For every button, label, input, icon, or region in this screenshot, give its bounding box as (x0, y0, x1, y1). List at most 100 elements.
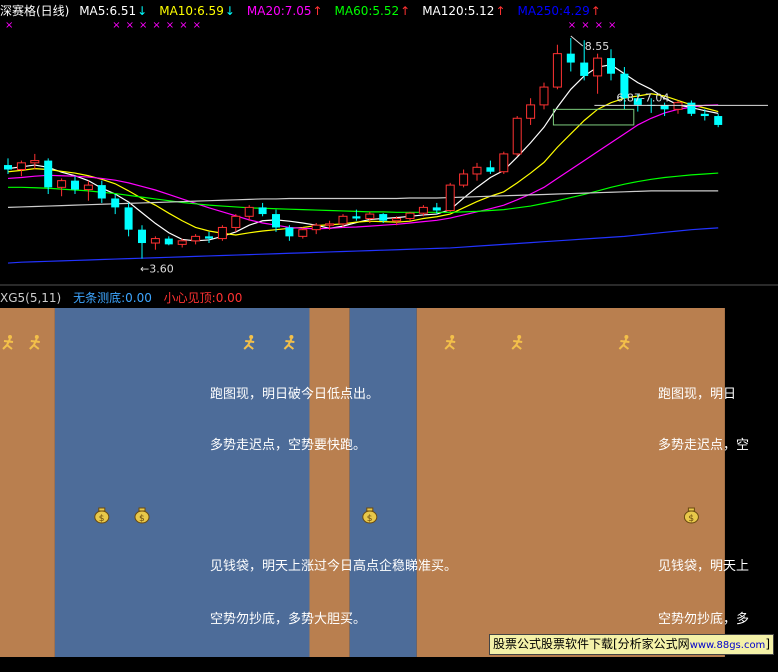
candle-body (526, 104, 536, 119)
candle-body (30, 160, 40, 164)
annotation-low: ←3.60 (140, 263, 174, 276)
candle-body (231, 215, 241, 228)
candle-body (512, 117, 522, 155)
main-header: 深赛格(日线) MA5:6.51↓ MA10:6.59↓ MA20:7.05↑ MA6… (0, 2, 619, 19)
candle-body (97, 185, 106, 199)
candle-body (311, 224, 321, 231)
top-marker: × (166, 20, 174, 31)
candle-body (673, 102, 683, 110)
signal-text-money: 见钱袋，明天上涨过今日高点企稳睇准买。 (210, 559, 458, 574)
ma-line-ma5 (7, 64, 719, 242)
watermark-end: ] (765, 637, 770, 651)
watermark-text: 股票公式股票软件下载[分析家公式网 (493, 637, 690, 651)
ma-line-ma250 (7, 227, 719, 264)
candle-body (459, 173, 469, 186)
top-marker: × (568, 20, 576, 31)
annotation-box (552, 108, 635, 126)
candle-body (272, 214, 280, 228)
ma-line-ma20 (7, 104, 719, 230)
svg-text:$: $ (688, 514, 694, 524)
top-marker: × (152, 20, 160, 31)
candle-body (217, 226, 227, 240)
top-marker: × (581, 20, 589, 31)
indicator-band (54, 308, 310, 657)
ma-legend-0: MA5:6.51↓ (79, 4, 148, 18)
signal-text-run: 跑图现，明日 (658, 387, 737, 402)
ma-arrow-icon: ↓ (224, 4, 235, 18)
candle-body (71, 180, 79, 190)
candle-body (593, 57, 603, 77)
ma-legend-4: MA120:5.12↑ (422, 4, 506, 18)
candle-body (352, 216, 361, 219)
top-marker: × (193, 20, 201, 31)
svg-text:$: $ (99, 514, 105, 524)
candle-body (392, 218, 402, 222)
top-marker: × (595, 20, 603, 31)
ma-legend: MA5:6.51↓ MA10:6.59↓ MA20:7.05↑ MA60:5.52↑ M… (79, 4, 613, 18)
candle-body (472, 166, 482, 175)
candle-body (700, 113, 709, 117)
candle-body (660, 105, 669, 110)
candle-body (418, 206, 428, 214)
candle-body (164, 238, 173, 245)
ma-legend-1: MA10:6.59↓ (159, 4, 235, 18)
ma-legend-2: MA20:7.05↑ (246, 4, 323, 18)
indicator-band (309, 308, 350, 657)
ma-arrow-icon: ↓ (137, 4, 148, 18)
top-marker: × (608, 20, 616, 31)
candle-body (539, 86, 549, 106)
candle-body (714, 116, 723, 125)
candle-body (687, 102, 696, 114)
candle-body (338, 215, 348, 225)
annotation-high: 8.55 (585, 40, 610, 53)
indicator-band (349, 308, 417, 657)
top-marker: × (126, 20, 134, 31)
candle-body (44, 160, 53, 188)
signal-text-multi-late: 多势走迟点，空势要快跑。 (210, 438, 367, 453)
signal-text-empty-bottom: 空势勿抄底，多 (658, 612, 750, 627)
candle-body (580, 62, 589, 76)
candle-body (552, 53, 562, 88)
annotation-pointer (570, 35, 584, 47)
ma-arrow-icon: ↑ (495, 4, 506, 18)
indicator-bottom: 无条测底:0.00 (73, 291, 152, 305)
candle-body (57, 180, 67, 188)
candle-body (566, 53, 575, 63)
candle-body (325, 223, 335, 226)
candle-body (445, 184, 455, 212)
stock-title: 深赛格(日线) (0, 4, 70, 18)
svg-text:$: $ (367, 514, 373, 524)
candle-body (285, 227, 294, 237)
top-marker: × (5, 20, 13, 31)
candle-body (205, 236, 213, 239)
candle-body (4, 165, 12, 170)
indicator-band (416, 308, 725, 657)
indicator-band (0, 308, 55, 657)
chart-stage[interactable]: 8.55 ←3.60 6.87-7.04 × × × × × × × × × × × × $ $ $ $ 深赛格(日… (0, 0, 778, 672)
candle-body (298, 229, 308, 237)
candle-body (405, 212, 415, 220)
signal-text-money: 见钱袋，明天上 (658, 559, 750, 574)
candle-body (83, 184, 93, 191)
ma-line-ma10 (7, 93, 719, 236)
ma-legend-5: MA250:4.29↑ (517, 4, 601, 18)
candle-body (138, 229, 146, 244)
candle-body (111, 198, 120, 208)
signal-text-run: 跑图现，明日破今日低点出。 (210, 387, 380, 402)
candle-body (16, 162, 26, 171)
signal-text-empty-bottom: 空势勿抄底，多势大胆买。 (210, 612, 367, 627)
svg-text:$: $ (139, 514, 145, 524)
indicator-name: XG5(5,11) (0, 291, 62, 305)
candle-body (486, 167, 495, 172)
candle-body (499, 153, 509, 173)
watermark-url[interactable]: www.88gs.com (690, 640, 766, 651)
candle-body (244, 206, 254, 217)
candle-body (258, 207, 267, 215)
top-marker: × (179, 20, 187, 31)
ma-arrow-icon: ↑ (400, 4, 411, 18)
candle-body (607, 58, 615, 74)
candle-body (379, 214, 388, 221)
candle-body (191, 235, 201, 242)
top-marker: × (112, 20, 120, 31)
watermark[interactable]: 股票公式股票软件下载[分析家公式网www.88gs.com] (489, 634, 774, 655)
